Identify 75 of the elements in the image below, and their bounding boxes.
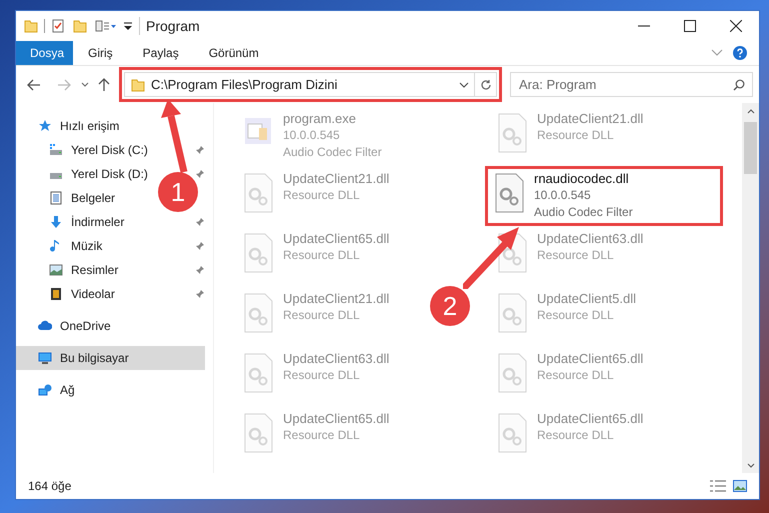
scrollbar-thumb[interactable] (744, 122, 757, 174)
nav-item[interactable]: Yerel Disk (D:) (16, 162, 156, 186)
address-bar[interactable]: C:\Program Files\Program Dizini (124, 72, 475, 97)
file-detail: Resource DLL (537, 307, 615, 324)
details-view-icon[interactable] (709, 479, 727, 493)
large-icons-view-icon[interactable] (733, 480, 747, 492)
expand-ribbon-icon[interactable] (711, 49, 723, 57)
nav-item[interactable]: İndirmeler (16, 210, 156, 234)
close-icon (730, 20, 742, 32)
file-detail: Audio Codec Filter (283, 144, 382, 161)
properties-icon[interactable] (51, 19, 65, 33)
pc-icon (38, 351, 52, 365)
nav-item[interactable]: Bu bilgisayar (16, 346, 205, 370)
pin-icon[interactable] (195, 145, 205, 155)
ribbon-tab[interactable]: Paylaş (128, 41, 194, 65)
nav-item[interactable]: Müzik (16, 234, 156, 258)
download-icon (49, 215, 63, 229)
nav-item[interactable]: OneDrive (16, 314, 205, 338)
nav-item[interactable]: Resimler (16, 258, 156, 282)
dropdown-caret-icon[interactable] (459, 82, 469, 88)
scroll-up-icon[interactable] (746, 109, 754, 114)
nav-item[interactable]: Hızlı erişim (16, 114, 205, 138)
file-detail: 10.0.0.545 (283, 127, 341, 144)
pin-icon[interactable] (195, 217, 205, 227)
pin-icon[interactable] (195, 241, 205, 251)
file-detail: Audio Codec Filter (534, 204, 633, 221)
docs-icon (49, 191, 63, 205)
recent-caret-icon[interactable] (81, 82, 89, 87)
new-folder-icon[interactable] (73, 19, 87, 33)
minimize-icon (638, 25, 650, 27)
cloud-icon (38, 319, 52, 333)
item-count: 164 öğe (28, 478, 72, 495)
help-icon[interactable] (733, 46, 747, 60)
up-icon[interactable] (98, 78, 110, 92)
scroll-down-icon[interactable] (746, 463, 754, 468)
file-name[interactable]: rnaudiocodec.dll (534, 170, 633, 187)
file-detail: Resource DLL (537, 367, 615, 384)
nav-item[interactable]: Ağ (16, 378, 205, 402)
file-detail: Resource DLL (283, 187, 361, 204)
network-icon (38, 383, 52, 397)
back-icon[interactable] (27, 78, 41, 90)
folder-icon (131, 78, 145, 92)
pin-icon[interactable] (195, 265, 205, 275)
search-icon[interactable] (733, 79, 745, 91)
forward-icon[interactable] (57, 78, 71, 90)
star-icon (38, 119, 52, 133)
ribbon-tab[interactable]: Görünüm (194, 41, 274, 65)
file-detail: Resource DLL (283, 247, 361, 264)
address-path: C:\Program Files\Program Dizini (151, 76, 338, 94)
file-detail: 10.0.0.545 (534, 187, 592, 204)
file-detail: Resource DLL (283, 367, 361, 384)
file-detail: Resource DLL (283, 427, 361, 444)
video-icon (49, 287, 63, 301)
nav-item[interactable]: Belgeler (16, 186, 156, 210)
nav-item[interactable]: Yerel Disk (C:) (16, 138, 156, 162)
pin-icon[interactable] (195, 289, 205, 299)
ribbon-tab[interactable]: Dosya (16, 41, 73, 65)
view-options-icon[interactable] (95, 19, 117, 33)
file-detail: Resource DLL (537, 247, 615, 264)
drive-c-icon (49, 143, 63, 157)
window-title: Program (146, 16, 200, 36)
customize-caret-icon[interactable] (123, 21, 133, 31)
file-detail: Resource DLL (283, 307, 361, 324)
pictures-icon (49, 263, 63, 277)
scrollbar[interactable] (742, 103, 759, 473)
maximize-icon (684, 20, 696, 32)
ribbon-tab[interactable]: Giriş (73, 41, 128, 65)
file-detail: Resource DLL (537, 427, 615, 444)
search-field[interactable]: Ara: Program (510, 72, 753, 97)
refresh-icon (480, 78, 492, 90)
nav-item[interactable]: Videolar (16, 282, 156, 306)
folder-icon[interactable] (24, 19, 38, 33)
pin-icon[interactable] (195, 169, 205, 179)
refresh-button[interactable] (475, 72, 497, 97)
file-detail: Resource DLL (537, 127, 615, 144)
